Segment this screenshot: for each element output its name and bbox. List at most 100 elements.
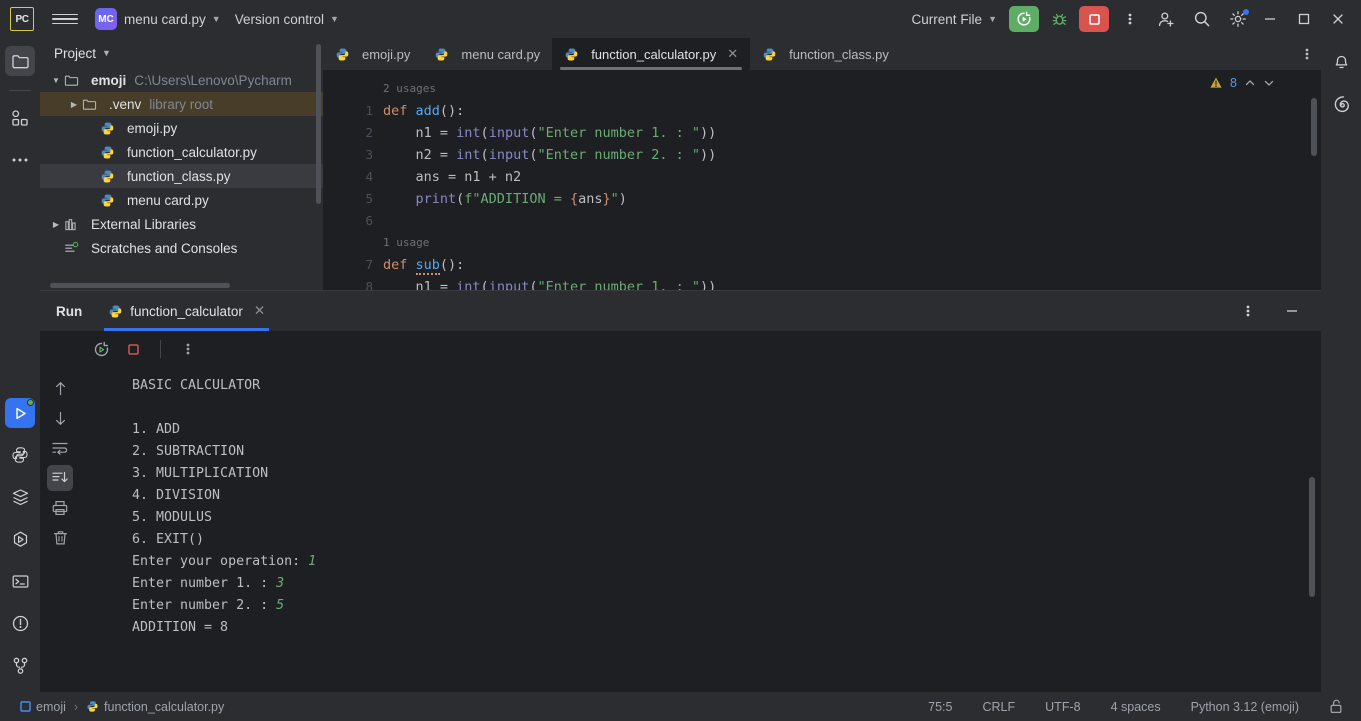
- inspection-widget[interactable]: 8: [1209, 76, 1275, 90]
- usage-hint[interactable]: 1 usage: [383, 232, 1321, 254]
- terminal-icon[interactable]: [5, 566, 35, 596]
- editor-tab-menu-card-py[interactable]: menu card.py: [422, 38, 552, 70]
- version-control-menu[interactable]: Version control ▼: [228, 8, 346, 31]
- caret-position[interactable]: 75:5: [922, 697, 958, 717]
- python-console-icon[interactable]: [5, 440, 35, 470]
- console-vertical-scrollbar[interactable]: [1309, 477, 1315, 597]
- python-file-icon: [100, 169, 121, 184]
- tree-horizontal-scrollbar[interactable]: [50, 283, 230, 288]
- upper-section: Project ▼ ▼ emoji C:\Users\Lenovo\Pycharm ▶…: [40, 38, 1321, 290]
- more-options-icon[interactable]: [175, 336, 201, 362]
- code-content[interactable]: 2 usages def add(): n1 = int(input("Enter…: [383, 70, 1321, 290]
- version-control-icon[interactable]: [5, 650, 35, 680]
- tree-item-emoji[interactable]: ▼ emoji C:\Users\Lenovo\Pycharm: [40, 68, 323, 92]
- print-icon[interactable]: [47, 495, 73, 521]
- breadcrumb-project[interactable]: emoji: [14, 697, 72, 717]
- tree-item-label: External Libraries: [91, 216, 197, 232]
- indent-setting[interactable]: 4 spaces: [1105, 697, 1167, 717]
- minimize-icon[interactable]: [1253, 4, 1287, 34]
- hide-tool-window-icon[interactable]: [1277, 298, 1307, 324]
- scroll-down-icon[interactable]: [47, 405, 73, 431]
- notifications-icon[interactable]: [1326, 48, 1356, 78]
- maximize-icon[interactable]: [1287, 4, 1321, 34]
- tree-item-label: .venv: [109, 96, 142, 112]
- project-panel-header[interactable]: Project ▼: [40, 38, 323, 68]
- tree-item-function-calculator-py[interactable]: function_calculator.py: [40, 140, 323, 164]
- console-text: BASIC CALCULATOR: [132, 378, 261, 393]
- editor-tab-label: function_class.py: [789, 46, 889, 62]
- line-separator[interactable]: CRLF: [977, 697, 1022, 717]
- line-number: 8: [365, 279, 373, 290]
- project-tree: ▼ emoji C:\Users\Lenovo\Pycharm ▶ .venv libra…: [40, 68, 323, 290]
- more-options-icon[interactable]: [1233, 298, 1263, 324]
- tree-item-emoji-py[interactable]: emoji.py: [40, 116, 323, 140]
- close-icon[interactable]: ✕: [254, 303, 265, 319]
- usage-hint[interactable]: 2 usages: [383, 78, 1321, 100]
- chevron-right-icon[interactable]: ▶: [48, 220, 64, 229]
- tree-item--venv[interactable]: ▶ .venv library root: [40, 92, 323, 116]
- more-tools-icon[interactable]: [5, 145, 35, 175]
- services-icon[interactable]: [5, 482, 35, 512]
- soft-wrap-icon[interactable]: [47, 435, 73, 461]
- rerun-icon[interactable]: [88, 336, 114, 362]
- problems-icon[interactable]: [5, 608, 35, 638]
- scroll-up-icon[interactable]: [47, 375, 73, 401]
- editor-tab-function-calculator-py[interactable]: function_calculator.py ✕: [552, 38, 751, 70]
- code-token: n1 =: [383, 125, 457, 141]
- code-token: )): [700, 279, 717, 290]
- folder-icon: [64, 75, 79, 86]
- code-token: n1 =: [383, 279, 457, 290]
- debug-button[interactable]: [1044, 6, 1074, 32]
- tree-item-label: emoji: [91, 72, 127, 88]
- settings-icon[interactable]: [1223, 6, 1253, 32]
- more-options-icon[interactable]: [1115, 6, 1145, 32]
- editor-tab-more-options-icon[interactable]: [1293, 38, 1321, 70]
- project-selector[interactable]: MC menu card.py ▼: [88, 4, 228, 34]
- tree-item-function-class-py[interactable]: function_class.py: [40, 164, 323, 188]
- tree-item-external-libraries[interactable]: ▶ External Libraries: [40, 212, 323, 236]
- scroll-to-end-icon[interactable]: [47, 465, 73, 491]
- code-token: print: [415, 191, 457, 207]
- run-window-header-actions: [1227, 298, 1321, 324]
- python-packages-icon[interactable]: [5, 524, 35, 554]
- run-tool-icon[interactable]: [5, 398, 35, 428]
- editor-tab-function-class-py[interactable]: function_class.py: [750, 38, 901, 70]
- python-file-icon: [436, 48, 448, 60]
- chevron-down-icon[interactable]: ▼: [48, 76, 64, 85]
- code-viewport[interactable]: 123456 78 2 usages def add(): n1 = int(in…: [323, 70, 1321, 290]
- run-configuration-selector[interactable]: Current File ▼: [905, 8, 1004, 31]
- editor-tab-emoji-py[interactable]: emoji.py: [323, 38, 422, 70]
- search-icon[interactable]: [1187, 6, 1217, 32]
- file-encoding[interactable]: UTF-8: [1039, 697, 1086, 717]
- breadcrumb-project-label: emoji: [36, 699, 66, 714]
- tree-vertical-scrollbar[interactable]: [316, 44, 321, 204]
- chevron-right-icon[interactable]: ▶: [66, 100, 82, 109]
- main-body: Project ▼ ▼ emoji C:\Users\Lenovo\Pycharm ▶…: [0, 38, 1361, 692]
- close-icon[interactable]: ✕: [727, 46, 738, 62]
- run-window-header: Run function_calculator ✕: [40, 291, 1321, 331]
- tree-item-scratches-and-consoles[interactable]: Scratches and Consoles: [40, 236, 323, 260]
- pycharm-window: PC MC menu card.py ▼ Version control ▼ C…: [0, 0, 1361, 721]
- hamburger-menu-icon[interactable]: [52, 6, 78, 32]
- console-output[interactable]: BASIC CALCULATOR 1. ADD 2. SUBTRACTION 3. …: [80, 367, 1321, 692]
- unlocked-icon[interactable]: [1323, 696, 1349, 717]
- project-tool-icon[interactable]: [5, 46, 35, 76]
- ai-assistant-icon[interactable]: [1326, 90, 1356, 120]
- python-interpreter[interactable]: Python 3.12 (emoji): [1185, 697, 1305, 717]
- run-button[interactable]: [1009, 6, 1039, 32]
- folder-icon: [82, 97, 103, 112]
- add-account-icon[interactable]: [1151, 6, 1181, 32]
- close-icon[interactable]: [1321, 4, 1355, 34]
- run-session-tab[interactable]: function_calculator ✕: [104, 291, 270, 331]
- python-file-icon: [565, 48, 578, 60]
- tree-item-menu-card-py[interactable]: menu card.py: [40, 188, 323, 212]
- commit-tool-icon[interactable]: [5, 103, 35, 133]
- stop-icon[interactable]: [120, 336, 146, 362]
- console-text: ADDITION = 8: [132, 620, 229, 635]
- editor-vertical-scrollbar[interactable]: [1311, 98, 1317, 156]
- clear-all-icon[interactable]: [47, 525, 73, 551]
- breadcrumb-file[interactable]: function_calculator.py: [80, 697, 230, 717]
- stop-button[interactable]: [1079, 6, 1109, 32]
